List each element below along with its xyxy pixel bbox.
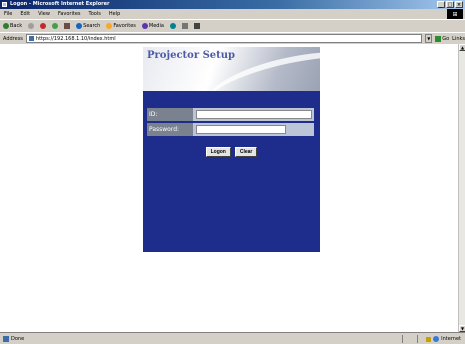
- window-controls: _ □ ×: [437, 1, 463, 8]
- search-icon: [76, 23, 83, 29]
- menu-help[interactable]: Help: [109, 11, 120, 17]
- address-input[interactable]: https://192.168.1.10/index.html: [25, 34, 423, 43]
- address-label: Address: [3, 35, 23, 42]
- mail-button[interactable]: [181, 23, 188, 29]
- favorites-button[interactable]: Favorites: [106, 23, 136, 29]
- id-row: ID:: [147, 108, 314, 121]
- back-arrow-icon: [3, 23, 9, 29]
- scroll-up-button[interactable]: ▲: [459, 44, 465, 51]
- logon-button[interactable]: Logon: [205, 147, 231, 157]
- refresh-button[interactable]: [52, 23, 59, 29]
- media-button[interactable]: Media: [141, 23, 164, 29]
- back-button[interactable]: Back: [3, 23, 22, 29]
- back-label: Back: [10, 23, 23, 29]
- refresh-icon: [52, 23, 59, 29]
- status-left: Done: [3, 335, 25, 342]
- window-title-bar: Logon - Microsoft Internet Explorer _ □ …: [0, 0, 465, 9]
- vertical-scrollbar[interactable]: ▲ ▼: [458, 44, 465, 332]
- window-title: Logon - Microsoft Internet Explorer: [10, 1, 110, 7]
- ie-icon: [2, 2, 7, 7]
- go-button[interactable]: Go: [435, 35, 450, 42]
- search-label: Search: [83, 23, 101, 29]
- id-cell: [193, 108, 314, 121]
- scroll-down-button[interactable]: ▼: [459, 325, 465, 332]
- close-button[interactable]: ×: [455, 1, 463, 8]
- page-title: Projector Setup: [147, 50, 236, 61]
- page-icon: [28, 36, 34, 41]
- history-button[interactable]: [169, 23, 176, 29]
- home-button[interactable]: [64, 23, 71, 29]
- stop-icon: [40, 23, 47, 29]
- status-right: Internet: [396, 335, 461, 343]
- mail-icon: [181, 23, 188, 29]
- stop-button[interactable]: [40, 23, 47, 29]
- password-label: Password:: [147, 123, 193, 136]
- forward-button[interactable]: [28, 23, 35, 29]
- star-icon: [106, 23, 113, 29]
- menu-favorites[interactable]: Favorites: [58, 11, 81, 17]
- menu-bar: File Edit View Favorites Tools Help: [0, 9, 465, 19]
- password-cell: [193, 123, 314, 136]
- address-url: https://192.168.1.10/index.html: [35, 35, 116, 42]
- setup-panel: Projector Setup ID: Password: Logon Clea…: [143, 47, 320, 252]
- address-bar: Address https://192.168.1.10/index.html …: [0, 32, 465, 44]
- id-input[interactable]: [196, 110, 312, 119]
- clear-button[interactable]: Clear: [234, 147, 258, 157]
- status-divider: [417, 335, 419, 343]
- panel-header: Projector Setup: [143, 47, 320, 91]
- menu-tools[interactable]: Tools: [89, 11, 101, 17]
- zone-text: Internet: [441, 336, 461, 342]
- menu-edit[interactable]: Edit: [20, 11, 30, 17]
- menu-view[interactable]: View: [38, 11, 50, 17]
- media-icon: [141, 23, 148, 29]
- address-dropdown-button[interactable]: ▼: [425, 34, 433, 43]
- home-icon: [64, 23, 71, 29]
- print-button[interactable]: [193, 23, 200, 29]
- go-label: Go: [442, 35, 450, 42]
- media-label: Media: [148, 23, 164, 29]
- password-input[interactable]: [196, 125, 286, 134]
- toolbar: Back Search Favorites Media: [0, 19, 465, 32]
- status-divider: [402, 335, 404, 343]
- go-arrow-icon: [435, 35, 442, 42]
- lock-icon: [426, 336, 432, 342]
- id-label: ID:: [147, 108, 193, 121]
- form-buttons: Logon Clear: [143, 147, 320, 157]
- password-row: Password:: [147, 123, 314, 136]
- search-button[interactable]: Search: [76, 23, 100, 29]
- page-done-icon: [3, 335, 9, 342]
- links-button[interactable]: Links: [452, 36, 465, 42]
- status-bar: Done Internet: [0, 332, 465, 344]
- minimize-button[interactable]: _: [437, 1, 445, 8]
- maximize-button[interactable]: □: [446, 1, 454, 8]
- history-icon: [169, 23, 176, 29]
- printer-icon: [193, 23, 200, 29]
- internet-zone-icon: [433, 336, 440, 342]
- menu-file[interactable]: File: [4, 11, 12, 17]
- forward-arrow-icon: [28, 23, 35, 29]
- favorites-label: Favorites: [113, 23, 136, 29]
- status-text: Done: [11, 335, 25, 342]
